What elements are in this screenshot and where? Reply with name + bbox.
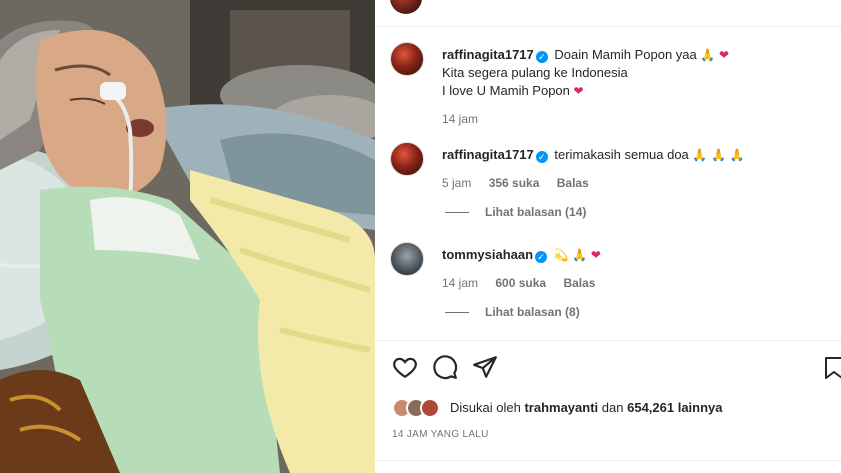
- likes-count[interactable]: 654,261 lainnya: [627, 400, 722, 415]
- comment-body: tommysiahaan ✓ 💫 🙏 ❤ 14 jam 600 suka Bala…: [442, 246, 832, 292]
- view-replies-button[interactable]: Lihat balasan (8): [445, 305, 580, 319]
- view-replies-button[interactable]: Lihat balasan (14): [445, 205, 586, 219]
- comment-likes[interactable]: 356 suka: [489, 176, 540, 190]
- divider: [445, 212, 469, 214]
- comment-time[interactable]: 5 jam: [442, 176, 471, 190]
- comment-username[interactable]: raffinagita1717: [442, 147, 534, 162]
- avatar[interactable]: [390, 242, 424, 276]
- comment-text-line: I love U Mamih Popon: [442, 83, 570, 98]
- heart-icon[interactable]: [392, 354, 418, 380]
- likes-prefix: Disukai oleh: [450, 400, 521, 415]
- divider: [375, 460, 841, 461]
- avatar[interactable]: [390, 142, 424, 176]
- divider: [445, 312, 469, 314]
- post-timestamp[interactable]: 14 JAM YANG LALU: [392, 429, 489, 440]
- red-heart-icon: ❤: [573, 84, 584, 98]
- comment-text-line: Kita segera pulang ke Indonesia: [442, 65, 628, 80]
- comment-icon[interactable]: [432, 354, 458, 380]
- praying-hands-icon: 🙏: [700, 48, 716, 62]
- liker-username[interactable]: trahmayanti: [524, 400, 598, 415]
- comment-username[interactable]: tommysiahaan: [442, 247, 533, 262]
- comment-time[interactable]: 14 jam: [442, 276, 478, 290]
- share-icon[interactable]: [472, 354, 498, 380]
- comment-likes[interactable]: 600 suka: [495, 276, 546, 290]
- comment-text-line: Doain Mamih Popon yaa: [554, 47, 697, 62]
- likes-text: Disukai oleh trahmayanti dan 654,261 lai…: [450, 400, 723, 415]
- reply-button[interactable]: Balas: [557, 176, 589, 190]
- verified-badge-icon: ✓: [535, 151, 548, 163]
- view-replies-label: Lihat balasan (8): [485, 305, 580, 319]
- comment-username[interactable]: raffinagita1717: [442, 47, 534, 62]
- view-replies-label: Lihat balasan (14): [485, 205, 587, 219]
- comment-body: raffinagita1717 ✓ terimakasih semua doa 🙏…: [442, 146, 832, 192]
- praying-hands-icon: 🙏 🙏 🙏: [692, 148, 745, 162]
- sparkle-icon: 💫: [553, 248, 569, 262]
- comment-meta: 5 jam 356 suka Balas: [442, 174, 832, 192]
- avatar: [390, 0, 422, 14]
- divider: [375, 26, 841, 27]
- avatar: [420, 398, 440, 418]
- red-heart-icon: ❤: [718, 48, 730, 62]
- verified-badge-icon: ✓: [535, 251, 548, 263]
- praying-hands-icon: 🙏: [572, 248, 588, 262]
- red-heart-icon: ❤: [590, 248, 601, 262]
- post-photo-illustration: [0, 0, 375, 473]
- reply-button[interactable]: Balas: [563, 276, 595, 290]
- comments-panel: raffinagita1717 ✓ Doain Mamih Popon yaa 🙏…: [375, 0, 841, 473]
- comment-meta: 14 jam: [442, 110, 832, 128]
- avatar[interactable]: [390, 42, 424, 76]
- post-photo[interactable]: [0, 0, 375, 473]
- comment-body: raffinagita1717 ✓ Doain Mamih Popon yaa 🙏…: [442, 46, 832, 128]
- likes-middle: dan: [601, 400, 624, 415]
- liker-avatars[interactable]: [392, 396, 452, 420]
- comment-meta: 14 jam 600 suka Balas: [442, 274, 832, 292]
- verified-badge-icon: ✓: [535, 51, 548, 63]
- divider: [375, 340, 841, 341]
- comment-text: terimakasih semua doa: [554, 147, 689, 162]
- bookmark-icon[interactable]: [824, 356, 841, 380]
- comment-time[interactable]: 14 jam: [442, 112, 478, 126]
